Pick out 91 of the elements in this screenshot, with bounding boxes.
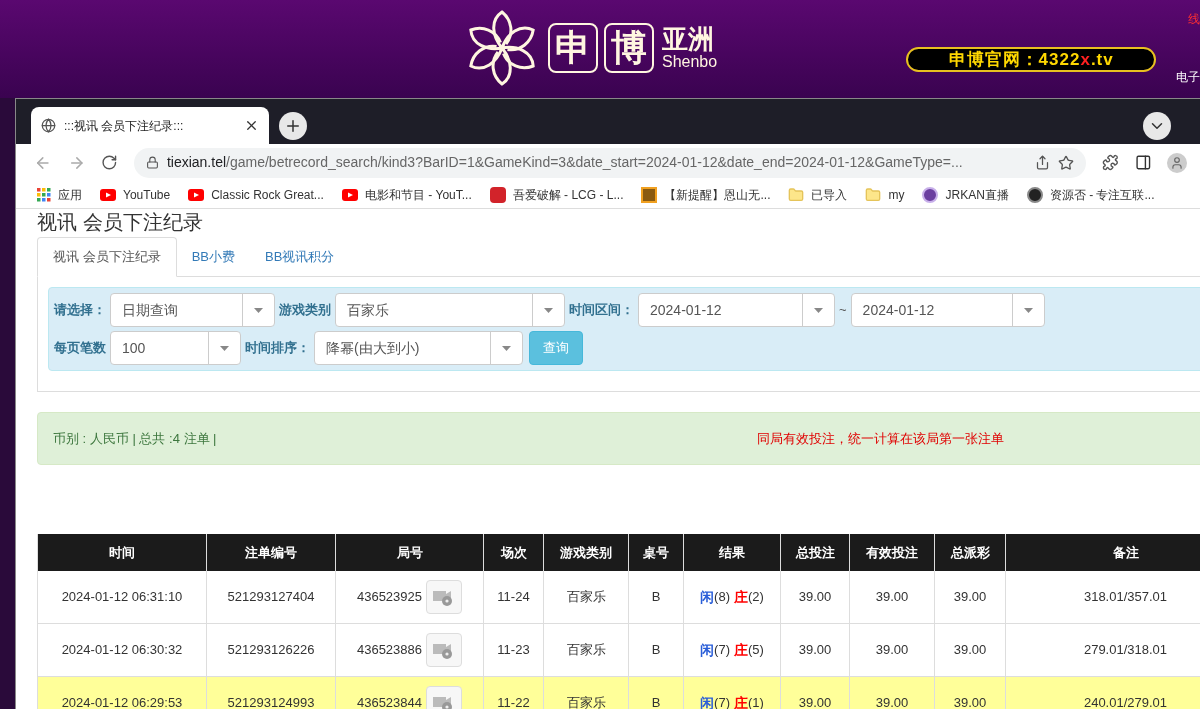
side-score: (8): [714, 587, 730, 606]
table-cell: 240.01/279.01: [1006, 677, 1200, 709]
round-number: 436523844: [356, 694, 423, 709]
bookmark-link[interactable]: 电影和节目 - YouT...: [364, 185, 472, 204]
page-tab[interactable]: BB视讯积分: [249, 237, 350, 276]
logo-character: 申: [548, 23, 598, 73]
video-button[interactable]: [426, 580, 463, 614]
address-bar[interactable]: tiexian.tel/game/betrecord_search/kind3?BarID=1&GameKind=3&date_start=2024-01-12&date_end=2024-01-12&GameType=...: [133, 147, 1087, 178]
globe-icon: [41, 118, 56, 133]
bookmark-link[interactable]: YouTube: [123, 185, 171, 204]
logo-character: 博: [604, 23, 654, 73]
play-logo-icon: [341, 188, 358, 201]
caret-icon: [220, 345, 229, 351]
caret-icon: [254, 307, 263, 313]
table-cell: 百家乐: [544, 677, 629, 709]
square-logo-icon: [641, 186, 658, 203]
bookmark-link[interactable]: 应用: [58, 185, 82, 204]
sort-order-select[interactable]: 降幂(由大到小): [314, 331, 523, 365]
profile-avatar[interactable]: [1167, 152, 1187, 173]
plus-icon: [284, 117, 302, 135]
close-icon[interactable]: [244, 118, 259, 133]
reload-icon[interactable]: [101, 154, 118, 171]
caret-icon: [814, 307, 823, 313]
bookmark-link[interactable]: my: [888, 185, 905, 204]
table-cell: 39.00: [850, 677, 935, 709]
official-site-badge: 申博官网：4322x.tv: [906, 47, 1157, 72]
play-logo-icon: [188, 188, 205, 201]
page-tab[interactable]: BB小费: [176, 237, 250, 276]
side-label: 闲: [700, 587, 715, 607]
range-separator: ~: [839, 301, 847, 320]
side-score: (7): [714, 640, 730, 659]
table-cell: 521293124993: [207, 677, 336, 709]
caret-icon: [544, 307, 553, 313]
browser-tab[interactable]: :::视讯 会员下注纪录:::: [31, 107, 269, 144]
page-size-select[interactable]: 100: [110, 331, 241, 365]
side-label: 闲: [700, 640, 715, 660]
side-label: 闲: [700, 693, 715, 709]
filter-label: 每页笔数: [54, 339, 106, 358]
side-score: (5): [748, 640, 764, 659]
side-score: (2): [748, 587, 764, 606]
star-icon[interactable]: [1058, 154, 1075, 171]
round-logo-icon: [1026, 186, 1043, 203]
play-logo-icon: [100, 188, 116, 201]
round-number: 436523886: [356, 641, 423, 660]
new-tab-button[interactable]: [279, 112, 307, 140]
round-number: 436523925: [356, 588, 423, 607]
video-button[interactable]: [426, 633, 463, 667]
side-panel-icon[interactable]: [1134, 154, 1152, 171]
bookmark-link[interactable]: JRKAN直播: [945, 185, 1009, 204]
filter-label: 游戏类别: [279, 301, 331, 320]
side-label: 庄: [734, 587, 748, 607]
table-cell: 2024-01-12 06:29:53: [38, 677, 207, 709]
folder-icon: [865, 186, 882, 203]
extensions-icon[interactable]: [1102, 154, 1119, 171]
side-label: 庄: [734, 693, 748, 709]
table-cell: 39.00: [935, 677, 1006, 709]
lock-icon: [145, 156, 159, 169]
side-score: (7): [714, 693, 730, 709]
filter-label: 请选择：: [54, 301, 106, 320]
cut-link-text[interactable]: 电子: [1176, 68, 1200, 86]
bookmark-link[interactable]: 已导入: [811, 185, 848, 204]
round-logo-icon: [922, 186, 939, 203]
game-type-select[interactable]: 百家乐: [335, 293, 565, 327]
apps-grid-icon: [37, 187, 51, 202]
end-date-select[interactable]: 2024-01-12: [850, 293, 1045, 327]
folder-icon: [788, 186, 805, 203]
logo-latin-text: Shenbo: [662, 54, 718, 70]
side-score: (1): [748, 693, 764, 709]
caret-icon: [502, 345, 511, 351]
table-cell: 11-22: [484, 677, 544, 709]
notice-text: 同局有效投注，统一计算在该局第一张注单: [756, 429, 1004, 448]
table-cell: B: [629, 677, 684, 709]
bookmark-link[interactable]: 资源否 - 专注互联...: [1049, 185, 1155, 204]
table-cell: 39.00: [781, 677, 850, 709]
tab-list-button[interactable]: [1143, 112, 1171, 140]
filter-label: 时间区间：: [569, 301, 634, 320]
logo-region-text: 亚洲: [662, 26, 715, 52]
side-label: 庄: [734, 640, 748, 660]
cut-link-text[interactable]: 线: [1188, 10, 1200, 28]
bookmark-link[interactable]: Classic Rock Great...: [211, 185, 324, 204]
filter-label: 时间排序：: [245, 339, 310, 358]
page-heading: 视讯 会员下注纪录: [37, 212, 204, 234]
bookmark-link[interactable]: 吾爱破解 - LCG - L...: [512, 185, 624, 204]
seal-icon: [489, 186, 506, 203]
summary-text: 币别 : 人民币 | 总共 :4 注单 |: [53, 429, 217, 448]
share-icon[interactable]: [1035, 155, 1051, 170]
bookmark-link[interactable]: 【新提醒】恩山无...: [664, 185, 771, 204]
page-tab[interactable]: 视讯 会员下注纪录: [37, 237, 177, 277]
start-date-select[interactable]: 2024-01-12: [638, 293, 835, 327]
query-type-select[interactable]: 日期查询: [110, 293, 275, 327]
caret-icon: [1023, 307, 1033, 313]
